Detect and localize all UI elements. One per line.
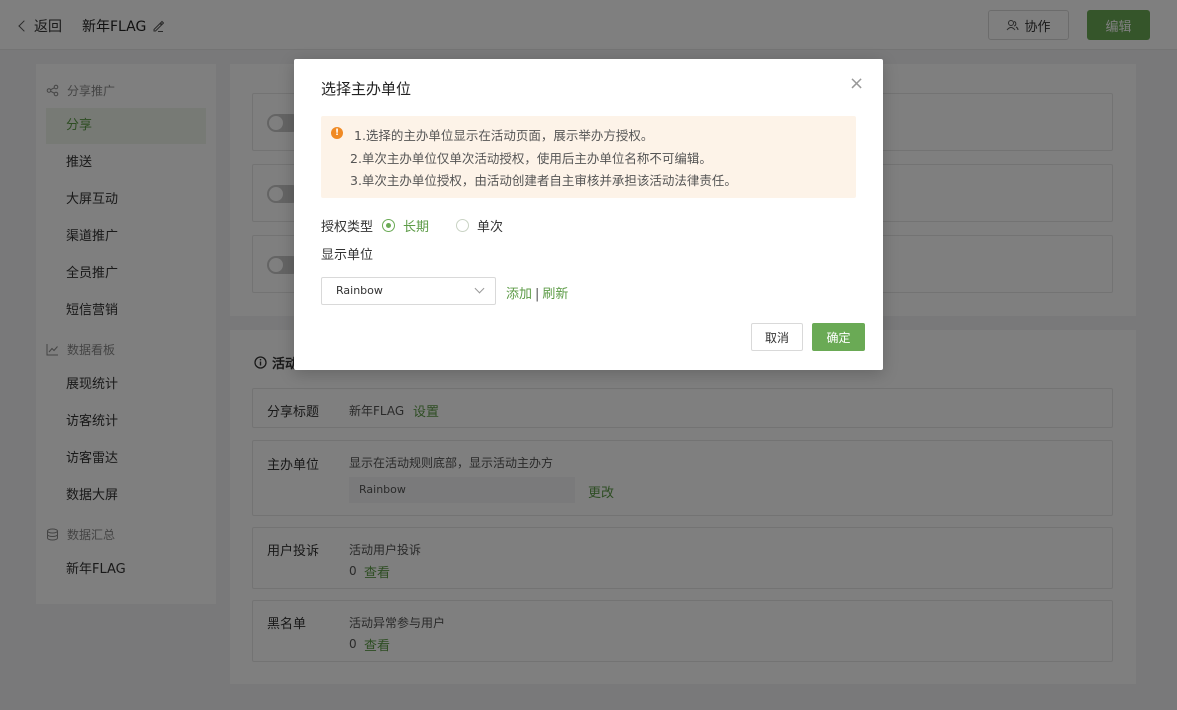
confirm-button[interactable]: 确定	[812, 323, 865, 351]
select-host-dialog: 选择主办单位 × ! 1.选择的主办单位显示在活动页面，展示举办方授权。 2.单…	[294, 59, 883, 370]
notice-box: ! 1.选择的主办单位显示在活动页面，展示举办方授权。 2.单次主办单位仅单次活…	[321, 116, 856, 198]
radio-label: 单次	[477, 220, 504, 235]
warning-icon: !	[331, 127, 343, 139]
radio-dot	[382, 219, 395, 232]
notice-line: 3.单次主办单位授权，由活动创建者自主审核并承担该活动法律责任。	[350, 173, 737, 188]
radio-long-term[interactable]: 长期	[382, 216, 429, 235]
cancel-button[interactable]: 取消	[751, 323, 803, 351]
separator: |	[535, 287, 540, 302]
display-unit-label: 显示单位	[321, 248, 374, 263]
unit-actions: 添加 | 刷新	[506, 283, 568, 302]
auth-type-label: 授权类型	[321, 220, 374, 235]
dialog-title: 选择主办单位	[321, 80, 412, 98]
notice-line: 2.单次主办单位仅单次活动授权，使用后主办单位名称不可编辑。	[350, 151, 712, 166]
select-value: Rainbow	[336, 284, 383, 297]
close-icon[interactable]: ×	[849, 75, 864, 93]
chevron-down-icon	[474, 283, 485, 294]
radio-label: 长期	[403, 220, 430, 235]
radio-dot	[456, 219, 469, 232]
notice-line: 1.选择的主办单位显示在活动页面，展示举办方授权。	[354, 128, 654, 143]
radio-single[interactable]: 单次	[456, 216, 503, 235]
refresh-link[interactable]: 刷新	[542, 287, 568, 302]
add-unit-link[interactable]: 添加	[506, 287, 532, 302]
host-unit-select[interactable]: Rainbow	[321, 277, 496, 305]
